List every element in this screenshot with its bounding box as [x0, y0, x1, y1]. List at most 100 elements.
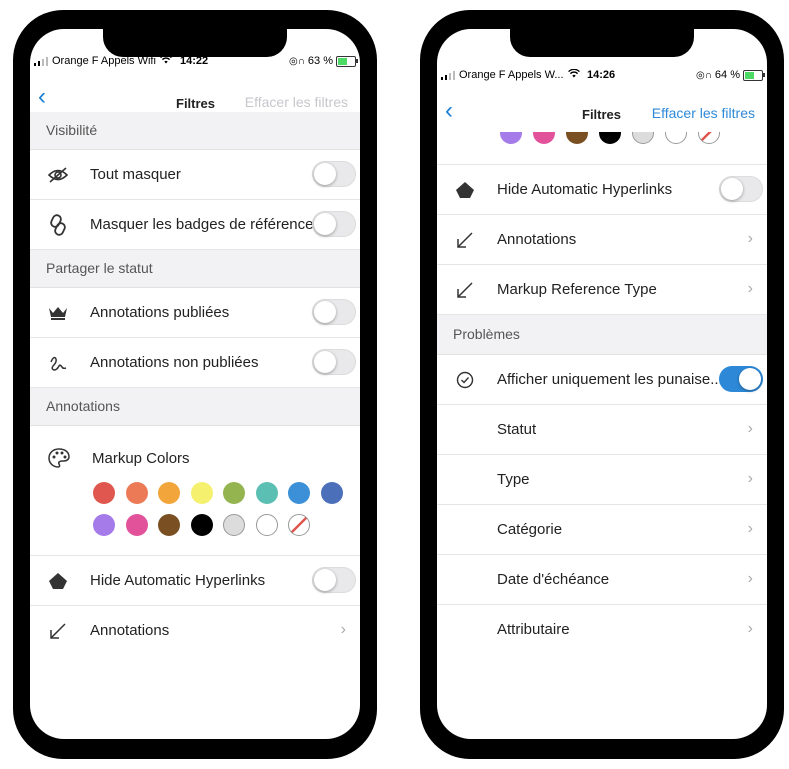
hide-hyperlinks-label: Hide Automatic Hyperlinks — [497, 181, 673, 198]
published-label: Annotations publiées — [90, 304, 230, 321]
battery-label: 64 % — [714, 69, 740, 81]
arrow-down-left-icon — [46, 619, 70, 643]
color-swatch[interactable] — [190, 482, 213, 504]
left-phone: Orange F Appels Wifi 14:22 ◎∩ 63 % ‹ Fil… — [13, 10, 377, 759]
chevron-left-icon[interactable]: ‹ — [445, 97, 453, 125]
hide-badges-toggle[interactable] — [312, 211, 356, 237]
filter-list: Hide Automatic Hyperlinks Annotations › … — [437, 132, 767, 655]
color-swatch[interactable] — [665, 132, 687, 144]
notch — [510, 29, 694, 57]
only-pins-row: Afficher uniquement les punaise... — [437, 355, 767, 405]
no-color-swatch[interactable] — [698, 132, 720, 144]
tag-icon — [453, 178, 477, 202]
color-swatch[interactable] — [190, 514, 213, 536]
chevron-right-icon: › — [747, 420, 753, 437]
hide-badges-row: Masquer les badges de référence — [30, 200, 360, 250]
arrow-down-left-icon — [453, 278, 477, 302]
right-phone: Orange F Appels W... 14:26 ◎∩ 64 % ‹ Fil… — [420, 10, 784, 759]
chevron-right-icon: › — [747, 570, 753, 587]
hide-hyperlinks-row: Hide Automatic Hyperlinks — [437, 165, 767, 215]
assignee-filter-label: Attributaire — [497, 621, 570, 638]
due-date-filter-row[interactable]: Date d'échéance › — [437, 555, 767, 605]
clear-filters-button[interactable]: Effacer les filtres — [652, 105, 755, 121]
color-swatch[interactable] — [599, 132, 621, 144]
signal-icon — [441, 70, 455, 80]
hide-hyperlinks-toggle[interactable] — [719, 176, 763, 202]
hide-hyperlinks-toggle[interactable] — [312, 567, 356, 593]
section-header: Partager le statut — [30, 250, 360, 288]
annotations-label: Annotations — [497, 231, 577, 248]
chevron-right-icon: › — [747, 280, 753, 297]
left-screen: Orange F Appels Wifi 14:22 ◎∩ 63 % ‹ Fil… — [30, 29, 360, 739]
hide-all-toggle[interactable] — [312, 161, 356, 187]
color-swatch[interactable] — [500, 132, 522, 144]
annotations-row[interactable]: Annotations › — [30, 606, 360, 656]
status-filter-label: Statut — [497, 421, 537, 438]
chevron-right-icon: › — [747, 230, 753, 247]
chevron-right-icon: › — [747, 620, 753, 637]
unpublished-label: Annotations non publiées — [90, 354, 259, 371]
battery-icon — [743, 69, 765, 81]
headphones-icon: ◎∩ — [696, 69, 712, 81]
annotations-label: Annotations — [90, 622, 170, 639]
type-filter-row[interactable]: Type › — [437, 455, 767, 505]
color-swatch[interactable] — [255, 514, 278, 536]
filter-list: Visibilité Tout masquer Masquer les badg… — [30, 112, 360, 656]
status-bar: Orange F Appels Wifi 14:22 ◎∩ 63 % — [30, 54, 360, 69]
no-color-swatch[interactable] — [288, 514, 310, 536]
hide-all-label: Tout masquer — [90, 166, 181, 183]
hide-badges-label: Masquer les badges de référence — [90, 216, 314, 233]
color-swatch[interactable] — [533, 132, 555, 144]
color-swatch[interactable] — [288, 482, 310, 504]
wifi-icon — [567, 68, 580, 81]
due-date-filter-label: Date d'échéance — [497, 571, 610, 588]
color-swatch[interactable] — [125, 514, 148, 536]
clear-filters-button[interactable]: Effacer les filtres — [245, 94, 348, 110]
clock: 14:26 — [587, 69, 616, 81]
markup-colors-label: Markup Colors — [92, 450, 190, 467]
category-filter-label: Catégorie — [497, 521, 563, 538]
chevron-left-icon[interactable]: ‹ — [38, 83, 46, 111]
markup-reference-label: Markup Reference Type — [497, 281, 657, 298]
assignee-filter-row[interactable]: Attributaire › — [437, 605, 767, 655]
color-swatch[interactable] — [158, 514, 180, 536]
markup-reference-row[interactable]: Markup Reference Type › — [437, 265, 767, 315]
color-swatch[interactable] — [223, 514, 245, 536]
page-title: Filtres — [582, 107, 622, 122]
battery-icon — [336, 55, 358, 67]
palette-icon — [48, 448, 70, 473]
color-swatch[interactable] — [158, 482, 180, 504]
type-filter-label: Type — [497, 471, 530, 488]
category-filter-row[interactable]: Catégorie › — [437, 505, 767, 555]
color-swatch[interactable] — [223, 482, 245, 504]
link-icon — [46, 213, 70, 237]
battery-label: 63 % — [307, 55, 333, 67]
color-swatches-partial — [437, 132, 767, 165]
status-bar: Orange F Appels W... 14:26 ◎∩ 64 % — [437, 68, 767, 83]
color-swatch[interactable] — [566, 132, 588, 144]
published-toggle[interactable] — [312, 299, 356, 325]
section-header: Problèmes — [437, 315, 767, 355]
markup-colors-row: Markup Colors — [30, 426, 360, 556]
annotations-row[interactable]: Annotations › — [437, 215, 767, 265]
only-pins-toggle[interactable] — [719, 366, 763, 392]
hide-hyperlinks-row: Hide Automatic Hyperlinks — [30, 556, 360, 606]
color-swatch[interactable] — [255, 482, 278, 504]
chevron-right-icon: › — [747, 520, 753, 537]
section-header: Visibilité — [30, 112, 360, 150]
signal-icon — [34, 56, 48, 66]
notch — [103, 29, 287, 57]
color-swatch[interactable] — [93, 514, 115, 536]
color-swatch[interactable] — [125, 482, 148, 504]
color-swatch[interactable] — [632, 132, 654, 144]
status-filter-row[interactable]: Statut › — [437, 405, 767, 455]
chevron-right-icon: › — [747, 470, 753, 487]
crown-icon — [46, 301, 70, 325]
only-pins-label: Afficher uniquement les punaise... — [497, 371, 723, 388]
color-swatch[interactable] — [93, 482, 115, 504]
unpublished-toggle[interactable] — [312, 349, 356, 375]
color-swatch[interactable] — [320, 482, 343, 504]
published-row: Annotations publiées — [30, 288, 360, 338]
page-title: Filtres — [176, 96, 216, 111]
hide-all-row: Tout masquer — [30, 150, 360, 200]
